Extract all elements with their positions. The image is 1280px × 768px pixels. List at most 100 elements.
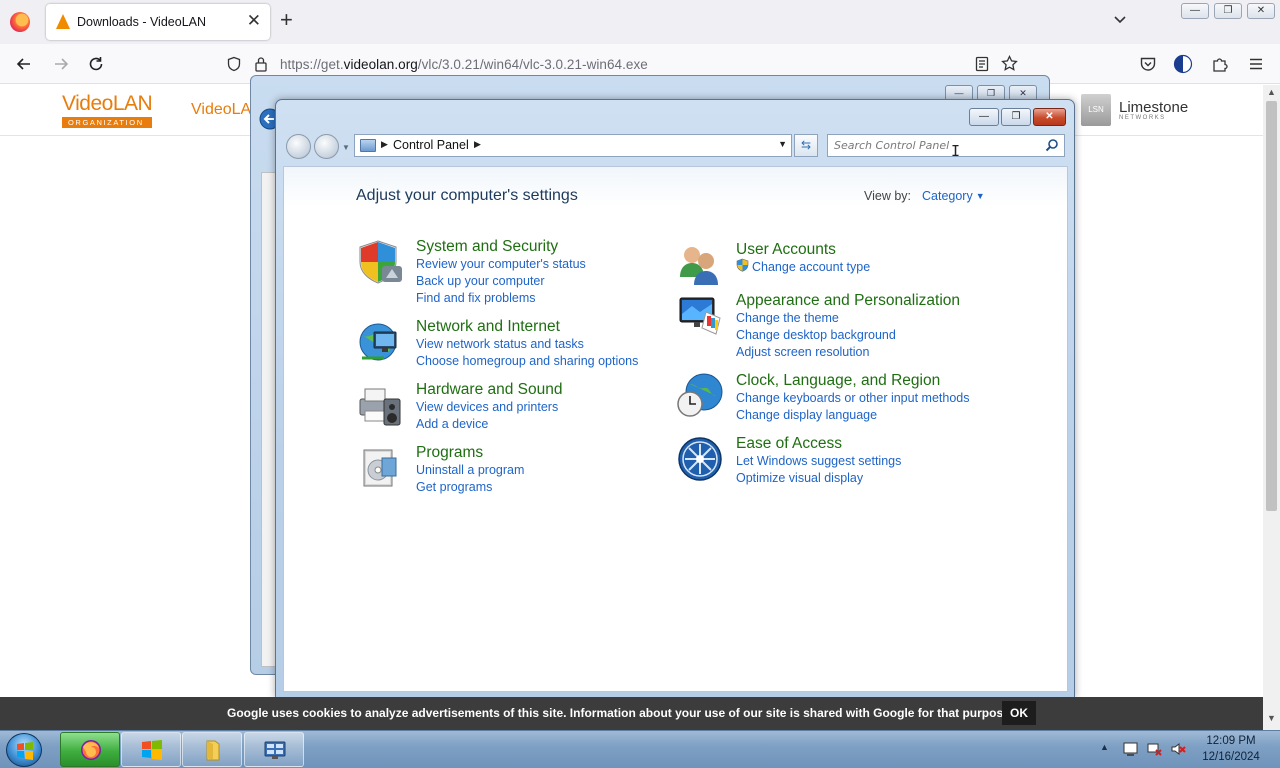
start-button[interactable]: [6, 733, 42, 767]
network-globe-icon[interactable]: [356, 318, 404, 366]
bookmark-star-icon[interactable]: [1001, 55, 1018, 72]
taskbar-control-panel[interactable]: [244, 732, 304, 767]
view-by-dropdown[interactable]: Category ▼: [922, 189, 985, 203]
search-icon[interactable]: [1045, 138, 1059, 152]
category-title[interactable]: System and Security: [416, 238, 558, 256]
tracking-shield-icon[interactable]: [226, 56, 242, 72]
logo-text: VideoLAN: [62, 92, 153, 115]
breadcrumb-arrow-icon[interactable]: ▶: [474, 139, 481, 150]
printer-speaker-icon[interactable]: [356, 381, 404, 429]
clock-globe-icon[interactable]: [676, 372, 724, 420]
new-tab-button[interactable]: +: [280, 9, 293, 31]
category-title[interactable]: Ease of Access: [736, 435, 842, 453]
ease-of-access-icon[interactable]: [676, 435, 724, 483]
forward-arrow-icon[interactable]: [51, 54, 71, 74]
control-panel-icon: [264, 741, 286, 759]
taskbar-explorer[interactable]: [182, 732, 242, 767]
link-screen-resolution[interactable]: Adjust screen resolution: [736, 345, 869, 359]
cp-refresh-button[interactable]: ⇆: [794, 134, 818, 157]
link-network-status[interactable]: View network status and tasks: [416, 337, 584, 351]
pocket-icon[interactable]: [1139, 55, 1157, 73]
monitor-palette-icon[interactable]: [676, 292, 724, 340]
link-optimize-display[interactable]: Optimize visual display: [736, 471, 863, 485]
sponsor-name: Limestone: [1119, 99, 1189, 116]
breadcrumb-control-panel[interactable]: Control Panel: [393, 138, 469, 152]
category-title[interactable]: Hardware and Sound: [416, 381, 563, 399]
link-find-fix[interactable]: Find and fix problems: [416, 291, 536, 305]
clock-date[interactable]: 12/16/2024: [1196, 751, 1266, 763]
browser-restore-button[interactable]: ❐: [1214, 3, 1242, 19]
cp-search-box[interactable]: [827, 134, 1065, 157]
volume-muted-icon[interactable]: [1170, 741, 1187, 757]
list-all-tabs-icon[interactable]: [1112, 12, 1128, 28]
cp-maximize-button[interactable]: ❐: [1001, 108, 1031, 126]
scroll-down-arrow-icon[interactable]: ▼: [1267, 713, 1276, 723]
hamburger-menu-icon[interactable]: [1248, 56, 1264, 72]
link-homegroup[interactable]: Choose homegroup and sharing options: [416, 354, 638, 368]
programs-box-icon[interactable]: [356, 444, 404, 492]
firefox-icon: [10, 12, 30, 32]
tab-downloads-videolan[interactable]: Downloads - VideoLAN ✕: [46, 4, 270, 40]
cp-close-button[interactable]: ✕: [1033, 108, 1066, 126]
shield-icon[interactable]: [356, 238, 404, 286]
action-center-flag-icon[interactable]: [1122, 741, 1139, 757]
category-title[interactable]: Network and Internet: [416, 318, 560, 336]
cp-address-bar[interactable]: ▶ Control Panel ▶ ▼: [354, 134, 792, 157]
breadcrumb-arrow-icon[interactable]: ▶: [381, 139, 388, 150]
link-devices-printers[interactable]: View devices and printers: [416, 400, 558, 414]
cp-minimize-button[interactable]: —: [969, 108, 999, 126]
link-review-status[interactable]: Review your computer's status: [416, 257, 586, 271]
show-hidden-icons-button[interactable]: ▲: [1100, 742, 1109, 752]
link-change-keyboards[interactable]: Change keyboards or other input methods: [736, 391, 969, 405]
taskbar-media-center[interactable]: [121, 732, 181, 767]
link-get-programs[interactable]: Get programs: [416, 480, 492, 494]
url-text[interactable]: https://get.videolan.org/vlc/3.0.21/win6…: [280, 57, 648, 72]
scroll-up-arrow-icon[interactable]: ▲: [1267, 87, 1276, 97]
browser-minimize-button[interactable]: —: [1181, 3, 1209, 19]
url-host: videolan.org: [343, 57, 418, 72]
link-uninstall-program[interactable]: Uninstall a program: [416, 463, 524, 477]
category-title[interactable]: Appearance and Personalization: [736, 292, 960, 310]
link-change-account-type[interactable]: Change account type: [752, 260, 870, 274]
folder-icon: [206, 740, 220, 761]
link-desktop-background[interactable]: Change desktop background: [736, 328, 896, 342]
link-add-device[interactable]: Add a device: [416, 417, 488, 431]
taskbar-firefox[interactable]: [60, 732, 120, 767]
users-icon[interactable]: [676, 241, 724, 289]
padlock-icon[interactable]: [254, 56, 268, 72]
link-suggest-settings[interactable]: Let Windows suggest settings: [736, 454, 901, 468]
page-scrollbar[interactable]: ▲ ▼: [1263, 85, 1280, 730]
link-display-language[interactable]: Change display language: [736, 408, 877, 422]
back-arrow-icon[interactable]: [14, 54, 34, 74]
account-circle-icon[interactable]: [1173, 54, 1193, 74]
network-disconnected-icon[interactable]: [1146, 741, 1163, 757]
text-ibeam-cursor-icon: I: [951, 142, 961, 160]
tab-close-button[interactable]: ✕: [247, 11, 261, 31]
nav-link-videolan[interactable]: VideoLA: [191, 101, 251, 119]
link-change-theme[interactable]: Change the theme: [736, 311, 839, 325]
scrollbar-thumb[interactable]: [1266, 101, 1277, 511]
reload-icon[interactable]: [86, 54, 106, 74]
cookie-ok-button[interactable]: OK: [1002, 701, 1036, 725]
category-title[interactable]: Programs: [416, 444, 483, 462]
recent-pages-dropdown-icon[interactable]: ▼: [342, 143, 350, 152]
cp-back-button[interactable]: [286, 134, 311, 159]
chevron-down-icon: ▼: [975, 191, 985, 201]
browser-tab-bar: Downloads - VideoLAN ✕ + — ❐ ✕: [0, 0, 1280, 44]
videolan-logo[interactable]: VideoLAN ORGANIZATION: [62, 92, 153, 128]
cp-search-input[interactable]: [828, 135, 1040, 156]
link-back-up[interactable]: Back up your computer: [416, 274, 545, 288]
reader-view-icon[interactable]: [975, 56, 989, 72]
browser-close-button[interactable]: ✕: [1247, 3, 1275, 19]
limestone-logo-icon: LSN: [1081, 94, 1111, 126]
cp-forward-button[interactable]: [314, 134, 339, 159]
firefox-icon: [81, 740, 101, 760]
control-panel-icon: [360, 139, 376, 152]
cookie-message: Google uses cookies to analyze advertise…: [227, 706, 1014, 720]
vlc-cone-icon: [56, 14, 70, 29]
extensions-puzzle-icon[interactable]: [1211, 55, 1229, 73]
clock-time[interactable]: 12:09 PM: [1196, 735, 1266, 747]
category-title[interactable]: User Accounts: [736, 241, 836, 259]
category-title[interactable]: Clock, Language, and Region: [736, 372, 940, 390]
address-dropdown-icon[interactable]: ▼: [778, 139, 787, 149]
